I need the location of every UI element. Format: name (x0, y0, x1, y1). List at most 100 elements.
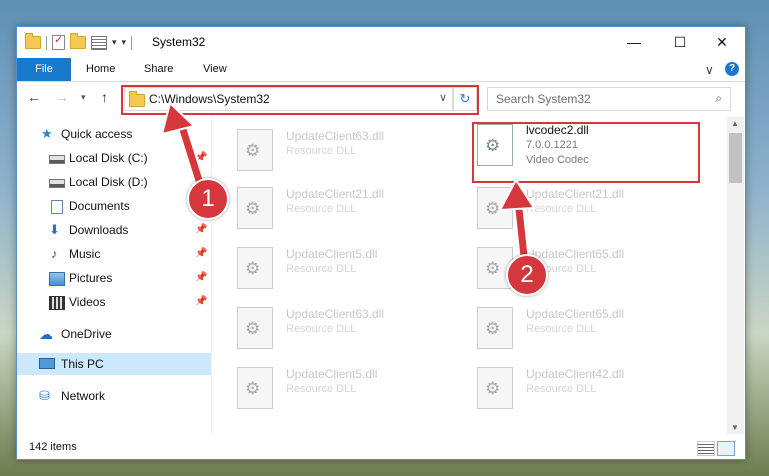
forward-button[interactable]: → (55, 89, 69, 105)
customize-qat-icon[interactable]: ▾ (122, 37, 127, 48)
pane-divider[interactable] (211, 116, 212, 434)
file-description: Resource DLL (526, 383, 597, 395)
gear-icon: ⚙ (485, 379, 501, 398)
sidebar-item-local-disk-d[interactable]: Local Disk (D:) (17, 171, 211, 193)
large-icons-view-icon[interactable] (717, 441, 735, 456)
scroll-down-icon[interactable]: ▼ (731, 423, 739, 432)
navigation-pane: ★ Quick access Local Disk (C:) 📌 Local D… (17, 123, 211, 433)
sidebar-item-label: Music (69, 247, 101, 261)
toolbar-divider (131, 35, 133, 50)
file-name: UpdateClient65.dll (526, 307, 625, 321)
gear-icon: ⚙ (245, 259, 261, 278)
properties-icon[interactable] (91, 35, 107, 50)
file-name: UpdateClient42.dll (526, 367, 625, 381)
drive-icon (49, 179, 65, 188)
file-item[interactable]: ⚙ UpdateClient65.dll Resource DLL (471, 241, 691, 293)
file-item[interactable]: ⚙ UpdateClient42.dll Resource DLL (471, 361, 691, 413)
address-highlight-box (121, 85, 479, 115)
file-item[interactable]: ⚙ UpdateClient63.dll Resource DLL (231, 123, 451, 175)
dll-file-icon: ⚙ (477, 367, 513, 409)
music-icon: ♪ (51, 246, 58, 261)
file-name: UpdateClient5.dll (286, 367, 378, 381)
videos-icon (49, 296, 65, 310)
computer-icon (39, 358, 55, 369)
document-icon (51, 200, 63, 214)
ribbon-tabs: File Home Share View ∨ ? (17, 58, 745, 82)
file-item[interactable]: ⚙ UpdateClient21.dll Resource DLL (471, 181, 691, 233)
up-button[interactable]: ↑ (101, 89, 108, 105)
search-input[interactable]: Search System32 ⌕ (487, 87, 731, 111)
qat-dropdown-icon[interactable]: ▾ (112, 37, 117, 48)
file-description: Resource DLL (526, 203, 597, 215)
step-2-badge: 2 (506, 254, 548, 296)
network-icon: ⛁ (39, 388, 50, 403)
sidebar-item-onedrive[interactable]: ☁ OneDrive (17, 323, 211, 345)
recent-locations-button[interactable]: ▾ (81, 92, 86, 103)
status-bar: 142 items (17, 437, 745, 459)
item-count: 142 items (29, 441, 77, 453)
sidebar-item-local-disk-c[interactable]: Local Disk (C:) 📌 (17, 147, 211, 169)
dll-file-icon: ⚙ (237, 307, 273, 349)
expand-ribbon-icon[interactable]: ∨ (705, 63, 714, 77)
sidebar-item-documents[interactable]: Documents (17, 195, 211, 217)
file-item[interactable]: ⚙ UpdateClient63.dll Resource DLL (231, 301, 451, 353)
properties-check-icon[interactable] (52, 33, 65, 50)
file-description: Resource DLL (286, 323, 357, 335)
search-icon[interactable]: ⌕ (715, 91, 722, 106)
pin-icon: 📌 (195, 224, 208, 235)
gear-icon: ⚙ (245, 319, 261, 338)
sidebar-item-downloads[interactable]: ⬇ Downloads 📌 (17, 219, 211, 241)
sidebar-item-label: Downloads (69, 223, 129, 237)
gear-icon: ⚙ (485, 259, 501, 278)
file-name: UpdateClient63.dll (286, 307, 385, 321)
dll-file-icon: ⚙ (237, 367, 273, 409)
pin-icon: 📌 (195, 296, 208, 307)
drive-icon (49, 155, 65, 164)
pin-icon: 📌 (195, 248, 208, 259)
gear-icon: ⚙ (245, 379, 261, 398)
title-bar: ▾ ▾ System32 — ☐ ✕ (17, 27, 745, 58)
pictures-icon (49, 272, 65, 286)
file-highlight-box (472, 122, 700, 183)
details-view-icon[interactable] (697, 441, 715, 456)
file-description: Resource DLL (286, 383, 357, 395)
file-item[interactable]: ⚙ UpdateClient65.dll Resource DLL (471, 301, 691, 353)
pin-icon: 📌 (195, 272, 208, 283)
new-folder-icon[interactable] (70, 33, 86, 49)
help-icon[interactable]: ? (725, 62, 739, 76)
maximize-button[interactable]: ☐ (657, 27, 703, 57)
scrollbar-thumb[interactable] (729, 133, 742, 183)
file-description: Resource DLL (286, 203, 357, 215)
file-description: Resource DLL (286, 145, 357, 157)
dll-file-icon: ⚙ (237, 187, 273, 229)
gear-icon: ⚙ (485, 199, 501, 218)
vertical-scrollbar[interactable]: ▲ ▼ (727, 117, 744, 434)
sidebar-item-network[interactable]: ⛁ Network (17, 385, 211, 407)
file-item[interactable]: ⚙ UpdateClient5.dll Resource DLL (231, 361, 451, 413)
dll-file-icon: ⚙ (237, 247, 273, 289)
back-button[interactable]: ← (27, 89, 41, 105)
sidebar-item-label: Network (61, 389, 106, 403)
sidebar-item-quick-access[interactable]: ★ Quick access (17, 123, 211, 145)
tab-view[interactable]: View (203, 58, 227, 81)
file-item[interactable]: ⚙ UpdateClient5.dll Resource DLL (231, 241, 451, 293)
file-name: UpdateClient21.dll (526, 187, 625, 201)
close-button[interactable]: ✕ (699, 27, 745, 57)
toolbar-divider (46, 35, 47, 50)
minimize-button[interactable]: — (611, 27, 657, 57)
sidebar-item-label: Local Disk (D:) (69, 175, 148, 189)
file-description: Resource DLL (286, 263, 357, 275)
sidebar-item-pictures[interactable]: Pictures 📌 (17, 267, 211, 289)
file-item[interactable]: ⚙ UpdateClient21.dll Resource DLL (231, 181, 451, 233)
sidebar-item-music[interactable]: ♪ Music 📌 (17, 243, 211, 265)
sidebar-item-videos[interactable]: Videos 📌 (17, 291, 211, 313)
tab-home[interactable]: Home (86, 58, 115, 81)
tab-file[interactable]: File (17, 58, 71, 81)
window-title: System32 (152, 35, 206, 49)
pin-icon: 📌 (195, 152, 208, 163)
folder-icon (25, 33, 41, 49)
sidebar-item-this-pc[interactable]: This PC (17, 353, 211, 375)
tab-share[interactable]: Share (144, 58, 173, 81)
sidebar-item-label: Quick access (61, 127, 133, 141)
scroll-up-icon[interactable]: ▲ (731, 119, 739, 128)
